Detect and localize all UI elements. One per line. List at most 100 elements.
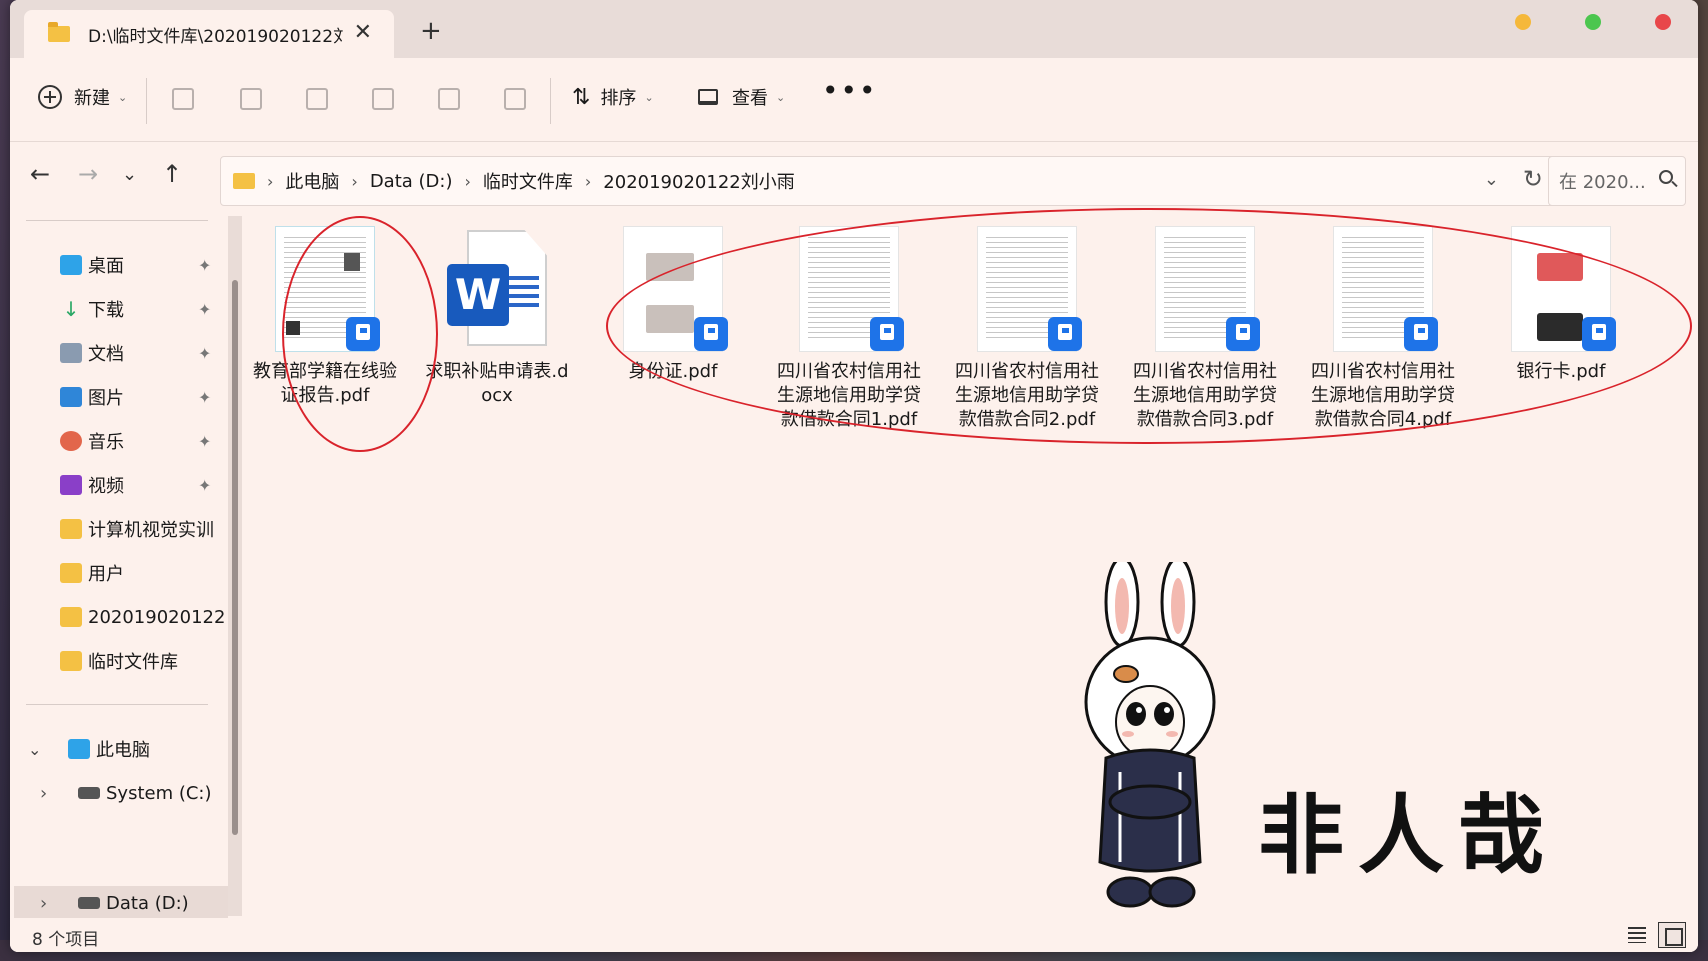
title-bar: D:\临时文件库\202019020122刘小雨 ✕ + <box>10 0 1698 58</box>
file-item-loan-contract-4[interactable]: 四川省农村信用社生源地信用助学贷款借款合同4.pdf <box>1308 226 1458 432</box>
file-item-loan-contract-3[interactable]: 四川省农村信用社生源地信用助学贷款借款合同3.pdf <box>1130 226 1280 432</box>
computer-icon <box>68 739 90 759</box>
file-item-id-card[interactable]: 身份证.pdf <box>598 226 748 384</box>
sidebar-item-videos[interactable]: 视频 <box>60 470 124 500</box>
pin-icon[interactable]: ✦ <box>198 388 211 407</box>
delete-icon[interactable] <box>504 88 526 110</box>
search-box[interactable]: 在 2020... <box>1548 156 1686 206</box>
copy-icon[interactable] <box>240 88 262 110</box>
file-name: 四川省农村信用社生源地信用助学贷款借款合同3.pdf <box>1133 361 1277 430</box>
sort-icon: ⇅ <box>572 84 591 110</box>
sidebar-item-label: 音乐 <box>88 432 124 453</box>
file-item-loan-contract-2[interactable]: 四川省农村信用社生源地信用助学贷款借款合同2.pdf <box>952 226 1102 432</box>
sidebar-item-label: 文档 <box>88 344 124 365</box>
pdf-app-icon <box>1404 317 1438 351</box>
paste-icon[interactable] <box>306 88 328 110</box>
file-item-education-report[interactable]: 教育部学籍在线验证报告.pdf <box>250 226 400 408</box>
breadcrumb-separator: › <box>584 171 592 191</box>
pdf-app-icon <box>694 317 728 351</box>
sidebar-item-label: 图片 <box>88 388 124 409</box>
sidebar-item-label: 此电脑 <box>96 740 150 761</box>
cut-icon[interactable] <box>172 88 194 110</box>
sidebar-item-desktop[interactable]: 桌面 <box>60 250 124 280</box>
document-icon <box>60 343 82 363</box>
view-icon <box>698 89 718 105</box>
recent-locations-button[interactable]: ⌄ <box>122 164 137 185</box>
sidebar-scrollbar-thumb[interactable] <box>232 280 238 835</box>
sidebar-item-documents[interactable]: 文档 <box>60 338 124 368</box>
bank-card-back-icon <box>1537 313 1583 341</box>
sidebar-item-cv-training[interactable]: 计算机视觉实训 <box>60 514 214 544</box>
drive-icon <box>78 787 100 799</box>
pin-icon[interactable]: ✦ <box>198 300 211 319</box>
breadcrumb-current-folder[interactable]: 202019020122刘小雨 <box>603 168 794 194</box>
pdf-app-icon <box>346 317 380 351</box>
chevron-down-icon[interactable]: ⌄ <box>28 740 50 759</box>
file-item-bank-card[interactable]: 银行卡.pdf <box>1486 226 1636 384</box>
tab-title: D:\临时文件库\202019020122刘小雨 <box>88 26 343 47</box>
address-bar[interactable]: › 此电脑 › Data (D:) › 临时文件库 › 202019020122… <box>220 156 1560 206</box>
id-card-front-icon <box>646 253 694 281</box>
file-name: 教育部学籍在线验证报告.pdf <box>253 361 397 406</box>
close-window-button[interactable] <box>1655 14 1671 30</box>
file-item-loan-contract-1[interactable]: 四川省农村信用社生源地信用助学贷款借款合同1.pdf <box>774 226 924 432</box>
file-name: 四川省农村信用社生源地信用助学贷款借款合同1.pdf <box>777 361 921 430</box>
file-item-subsidy-form[interactable]: W 求职补贴申请表.docx <box>422 226 572 408</box>
pin-icon[interactable]: ✦ <box>198 344 211 363</box>
forward-button[interactable]: → <box>78 160 98 188</box>
sidebar-item-music[interactable]: 音乐 <box>60 426 124 456</box>
tab-current-folder[interactable]: D:\临时文件库\202019020122刘小雨 ✕ <box>24 10 394 58</box>
download-icon: ↓ <box>62 297 80 321</box>
sidebar-divider <box>26 220 208 221</box>
sidebar-item-label: 计算机视觉实训 <box>88 520 214 541</box>
minimize-button[interactable] <box>1515 14 1531 30</box>
pdf-app-icon <box>1226 317 1260 351</box>
item-count: 8 个项目 <box>32 930 100 950</box>
sort-button[interactable]: ⇅ 排序 ⌄ <box>572 84 654 110</box>
breadcrumb-data-drive[interactable]: Data (D:) <box>370 171 453 192</box>
sidebar-item-system-drive[interactable]: › System (C:) <box>40 778 212 808</box>
new-tab-button[interactable]: + <box>420 18 442 44</box>
mascot-illustration <box>1084 562 1216 908</box>
sidebar-item-student-folder[interactable]: 202019020122 <box>60 602 225 632</box>
share-icon[interactable] <box>438 88 460 110</box>
bank-card-front-icon <box>1537 253 1583 281</box>
search-placeholder: 在 2020... <box>1559 172 1646 193</box>
sidebar-item-users[interactable]: 用户 <box>60 558 124 588</box>
sidebar-item-pictures[interactable]: 图片 <box>60 382 124 412</box>
plus-circle-icon <box>38 85 62 109</box>
chevron-down-icon: ⌄ <box>644 90 654 104</box>
pin-icon[interactable]: ✦ <box>198 476 211 495</box>
back-button[interactable]: ← <box>30 160 50 188</box>
sidebar-item-data-drive[interactable]: › Data (D:) <box>14 886 228 918</box>
pin-icon[interactable]: ✦ <box>198 256 211 275</box>
rename-icon[interactable] <box>372 88 394 110</box>
file-name: 四川省农村信用社生源地信用助学贷款借款合同2.pdf <box>955 361 1099 430</box>
sidebar-item-this-pc[interactable]: ⌄ 此电脑 <box>28 734 150 764</box>
breadcrumb-this-pc[interactable]: 此电脑 <box>285 168 339 194</box>
navigation-pane: 桌面 ✦ ↓ 下载 ✦ 文档 ✦ 图片 ✦ 音乐 ✦ 视频 ✦ 计算机视觉实训 … <box>10 212 230 918</box>
breadcrumb-temp-library[interactable]: 临时文件库 <box>483 168 573 194</box>
maximize-button[interactable] <box>1585 14 1601 30</box>
folder-icon <box>60 607 82 627</box>
tab-close-icon[interactable]: ✕ <box>354 20 372 45</box>
toolbar-divider <box>146 78 147 124</box>
sidebar-item-temp-library[interactable]: 临时文件库 <box>60 646 178 676</box>
chevron-right-icon[interactable]: › <box>40 783 62 804</box>
breadcrumb-separator: › <box>464 171 471 191</box>
word-letter: W <box>447 264 509 326</box>
chevron-right-icon[interactable]: › <box>40 893 62 914</box>
address-history-dropdown[interactable]: ⌄ <box>1484 169 1499 190</box>
more-options-button[interactable]: ••• <box>822 74 878 107</box>
refresh-button[interactable]: ↻ <box>1523 165 1543 193</box>
pdf-app-icon <box>1582 317 1616 351</box>
pin-icon[interactable]: ✦ <box>198 432 211 451</box>
up-button[interactable]: ↑ <box>162 160 182 188</box>
breadcrumb-separator: › <box>267 171 274 191</box>
view-button[interactable]: 查看 ⌄ <box>698 84 785 110</box>
sidebar-item-downloads[interactable]: ↓ 下载 <box>60 294 124 324</box>
folder-icon <box>60 563 82 583</box>
tiles-view-button[interactable] <box>1658 922 1686 948</box>
new-button[interactable]: 新建 ⌄ <box>38 84 127 110</box>
details-view-button[interactable] <box>1628 927 1646 943</box>
